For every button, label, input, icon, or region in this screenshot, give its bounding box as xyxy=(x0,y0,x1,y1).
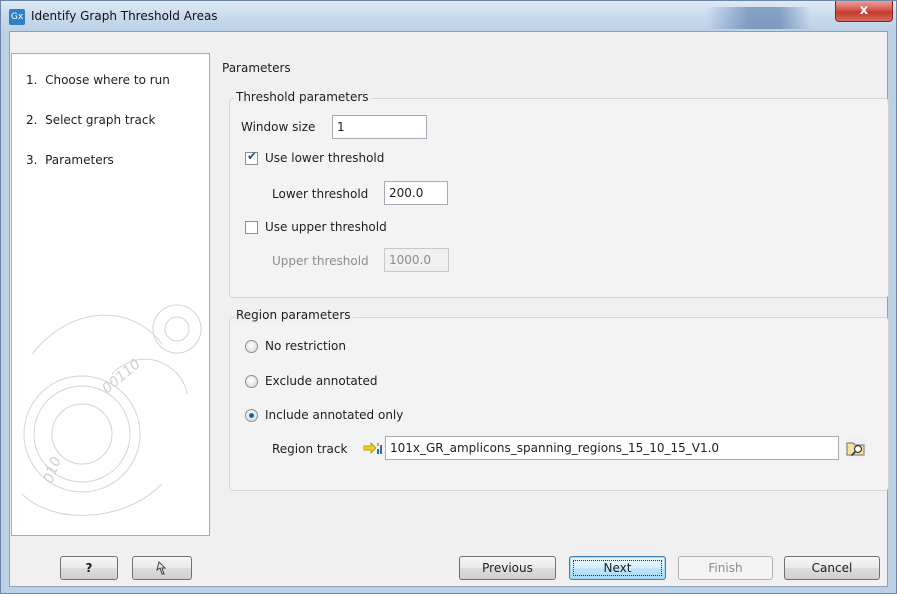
close-button[interactable]: x xyxy=(835,1,893,22)
exclude-annotated-radio[interactable] xyxy=(245,375,258,388)
reset-button[interactable] xyxy=(132,556,192,580)
dialog-window: Gx Identify Graph Threshold Areas x 1. C… xyxy=(0,0,897,594)
step-1: 1. Choose where to run xyxy=(26,73,170,87)
help-icon: ? xyxy=(85,561,93,575)
include-annotated-only-label: Include annotated only xyxy=(265,408,404,422)
focus-ring xyxy=(573,560,662,576)
title-bar-glow xyxy=(706,7,811,29)
step-3-label: Parameters xyxy=(45,153,114,167)
use-upper-threshold-checkbox[interactable] xyxy=(245,221,258,234)
step-3-number: 3. xyxy=(26,153,38,167)
cancel-button[interactable]: Cancel xyxy=(784,556,880,580)
step-2: 2. Select graph track xyxy=(26,113,155,127)
title-bar[interactable]: Gx Identify Graph Threshold Areas x xyxy=(1,1,896,31)
previous-button[interactable]: Previous xyxy=(459,556,556,580)
exclude-annotated-label: Exclude annotated xyxy=(265,374,378,388)
window-size-input[interactable]: 1 xyxy=(332,115,427,139)
finish-button[interactable]: Finish xyxy=(678,556,773,580)
svg-text:010: 010 xyxy=(41,455,65,486)
decorative-swirl-logo: 00110 010 xyxy=(21,304,202,516)
upper-threshold-input[interactable]: 1000.0 xyxy=(384,248,449,272)
upper-threshold-label: Upper threshold xyxy=(272,254,369,268)
browse-folder-icon xyxy=(846,442,865,457)
window-size-label: Window size xyxy=(241,120,316,134)
checkmark-icon: ✔ xyxy=(247,149,258,163)
lower-threshold-input[interactable]: 200.0 xyxy=(384,181,448,205)
no-restriction-label: No restriction xyxy=(265,339,346,353)
next-button[interactable]: Next xyxy=(569,556,666,580)
step-2-label: Select graph track xyxy=(45,113,156,127)
include-annotated-only-radio[interactable] xyxy=(245,409,258,422)
region-track-label: Region track xyxy=(272,442,348,456)
wizard-steps-panel: 1. Choose where to run 2. Select graph t… xyxy=(11,53,210,536)
use-lower-threshold-label: Use lower threshold xyxy=(265,151,385,165)
use-upper-threshold-label: Use upper threshold xyxy=(265,220,387,234)
annotation-track-icon xyxy=(363,442,382,454)
step-1-number: 1. xyxy=(26,73,38,87)
step-2-number: 2. xyxy=(26,113,38,127)
previous-label: Previous xyxy=(482,561,533,575)
browse-button[interactable] xyxy=(845,437,867,459)
step-3: 3. Parameters xyxy=(26,153,114,167)
parameters-header: Parameters xyxy=(222,61,291,75)
use-lower-threshold-checkbox[interactable]: ✔ xyxy=(245,149,258,165)
cancel-label: Cancel xyxy=(811,561,853,575)
help-button[interactable]: ? xyxy=(60,556,118,580)
region-track-input[interactable]: 101x_GR_amplicons_spanning_regions_15_10… xyxy=(385,436,839,460)
reset-icon xyxy=(156,561,167,575)
lower-threshold-label: Lower threshold xyxy=(272,187,369,201)
step-1-label: Choose where to run xyxy=(45,73,170,87)
gx-app-icon: Gx xyxy=(9,9,25,25)
no-restriction-radio[interactable] xyxy=(245,340,258,353)
finish-label: Finish xyxy=(708,561,743,575)
window-title: Identify Graph Threshold Areas xyxy=(31,9,218,23)
region-parameters-title: Region parameters xyxy=(234,308,353,322)
threshold-parameters-title: Threshold parameters xyxy=(234,90,371,104)
